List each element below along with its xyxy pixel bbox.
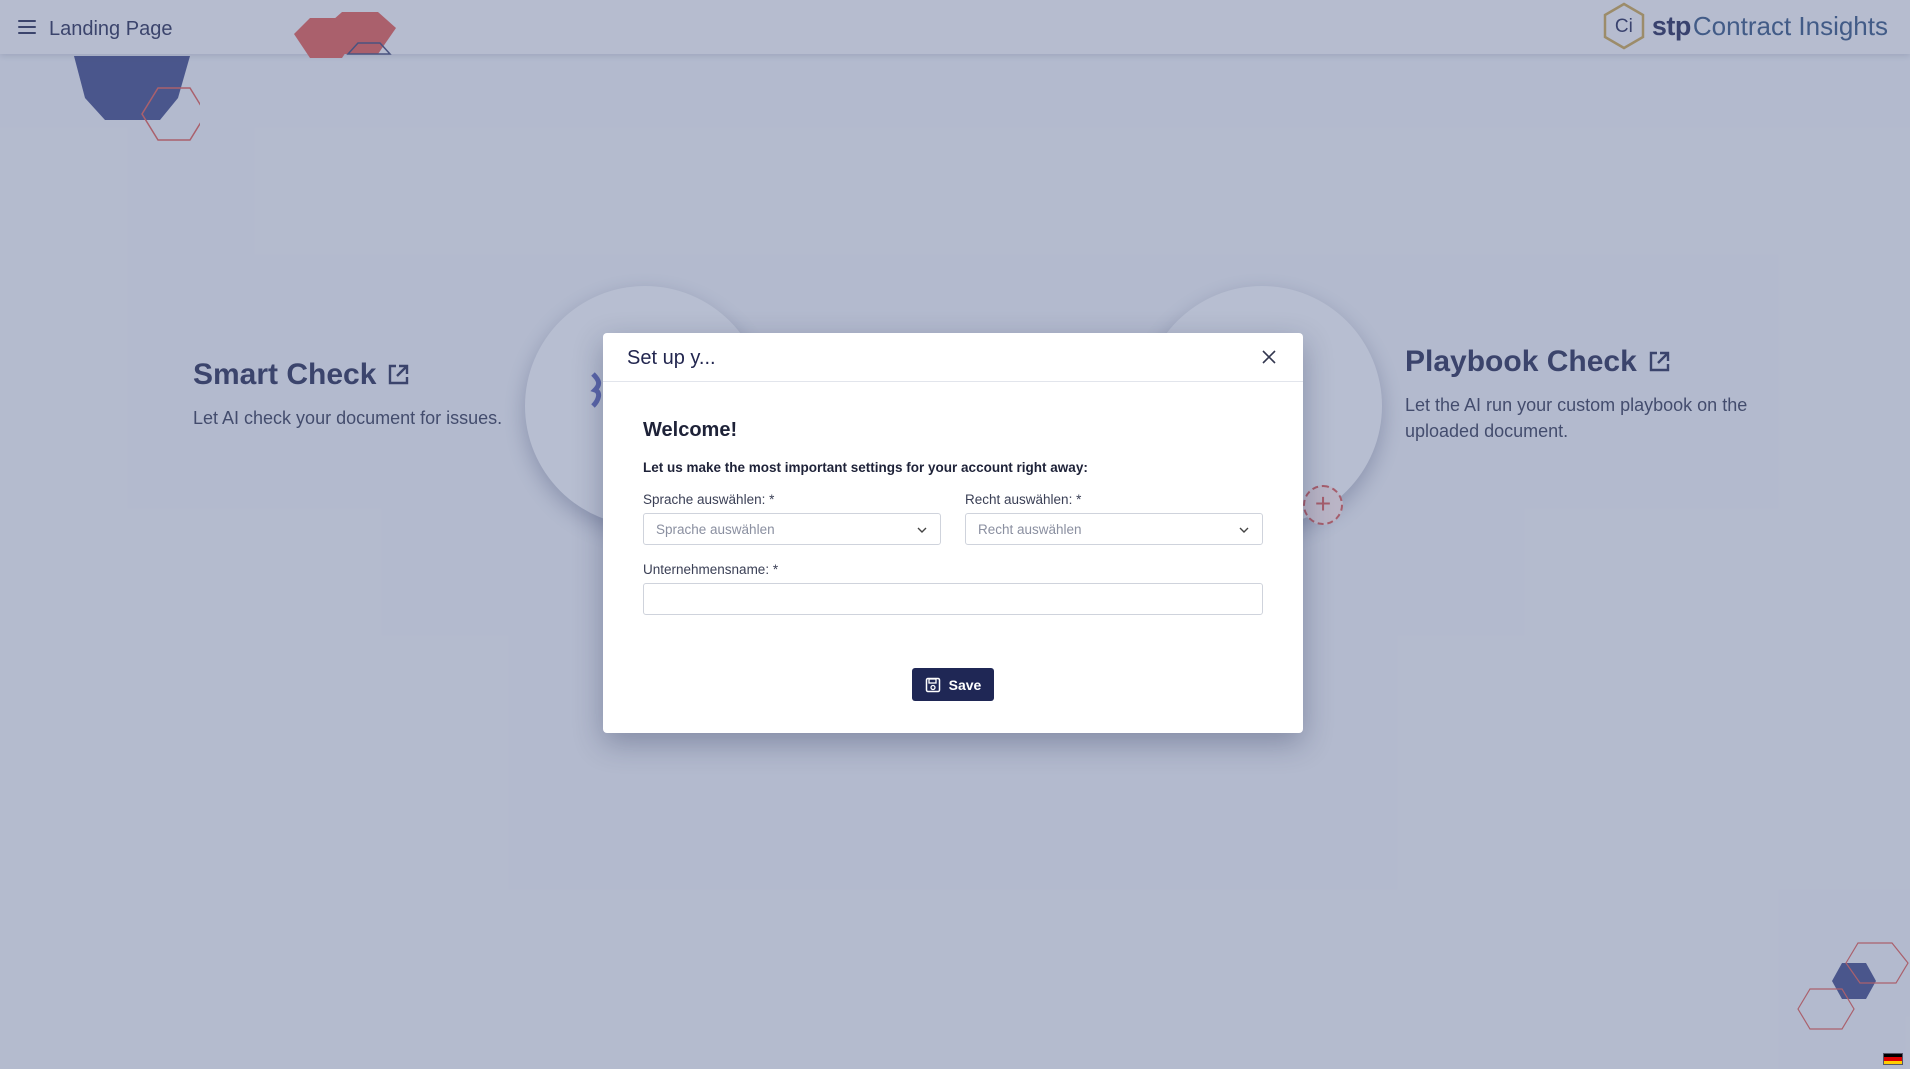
chevron-down-icon [917, 527, 927, 533]
company-name-input[interactable] [643, 583, 1263, 615]
de-flag-icon[interactable] [1883, 1053, 1903, 1065]
setup-dialog: Set up y... Welcome! Let us make the mos… [603, 333, 1303, 733]
welcome-heading: Welcome! [643, 419, 738, 441]
dialog-header: Set up y... [603, 333, 1303, 382]
law-field: Recht auswählen: * Recht auswählen [965, 492, 1263, 545]
floppy-disk-icon [925, 677, 940, 692]
dialog-title: Set up y... [627, 347, 716, 369]
language-label: Sprache auswählen: * [643, 492, 775, 507]
save-button[interactable]: Save [912, 668, 994, 701]
intro-text: Let us make the most important settings … [643, 460, 1088, 475]
dialog-body: Welcome! Let us make the most important … [643, 382, 1263, 615]
company-field: Unternehmensname: * [643, 562, 1263, 615]
law-select[interactable]: Recht auswählen [965, 513, 1263, 545]
company-label: Unternehmensname: * [643, 562, 779, 577]
language-field: Sprache auswählen: * Sprache auswählen [643, 492, 941, 545]
chevron-down-icon [1239, 527, 1249, 533]
language-select[interactable]: Sprache auswählen [643, 513, 941, 545]
law-label: Recht auswählen: * [965, 492, 1082, 507]
landing-page: Landing Page Ci stp Contract Insights Sm… [0, 0, 1910, 1069]
close-icon[interactable] [1259, 347, 1279, 367]
